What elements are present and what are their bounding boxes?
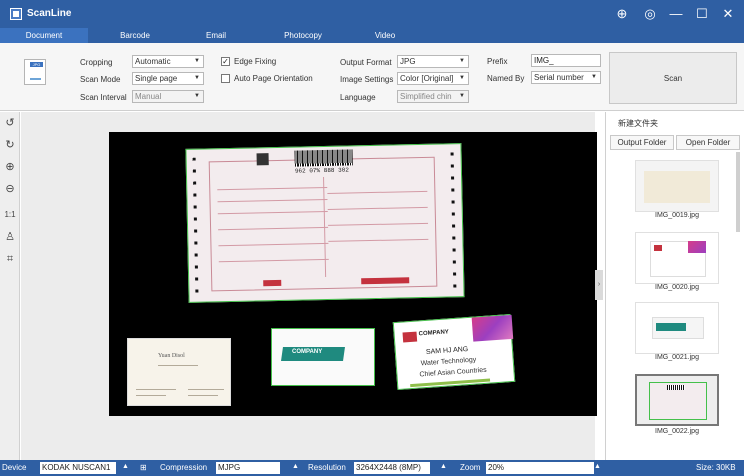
format-tag: JPG (30, 62, 43, 67)
tab-video[interactable]: Video (350, 28, 420, 43)
chevron-up-icon[interactable]: ▲ (440, 463, 447, 470)
app-logo-icon (10, 8, 22, 20)
image-settings-label: Image Settings (340, 75, 394, 84)
cropping-select[interactable]: Automatic ▼ (132, 55, 204, 68)
edge-fixing-label: Edge Fixing (234, 57, 277, 66)
status-bar: Device KODAK NUSCAN1 ▲ ⊞ Compression MJP… (0, 460, 744, 476)
help-icon[interactable]: ◎ (640, 5, 660, 23)
resolution-select[interactable]: 3264X2448 (8MP) (354, 462, 430, 474)
file-thumbnail[interactable] (635, 232, 719, 284)
scanned-document: 962 07% 888 302 (185, 143, 465, 303)
device-select[interactable]: KODAK NUSCAN1 (40, 462, 116, 474)
resolution-label: Resolution (308, 463, 346, 472)
barcode-number: 962 07% 888 302 (294, 166, 349, 175)
tab-photocopy[interactable]: Photocopy (268, 28, 338, 43)
language-select[interactable]: Simplified chin ▼ (397, 90, 469, 103)
image-icon (30, 71, 41, 80)
device-label: Device (2, 463, 27, 472)
file-name[interactable]: IMG_0019.jpg (635, 212, 719, 219)
output-folder-button[interactable]: Output Folder (610, 135, 674, 150)
compression-icon: ⊞ (140, 463, 147, 472)
edge-fixing-checkbox[interactable]: ✓ (221, 57, 230, 66)
card-brand: COMPANY (418, 329, 450, 338)
image-settings-select[interactable]: Color [Original] ▼ (397, 72, 469, 85)
close-button[interactable]: ✕ (718, 5, 738, 23)
zoom-select[interactable]: 20% (486, 462, 594, 474)
output-format-icon: JPG (24, 59, 46, 85)
file-thumbnail[interactable] (635, 160, 719, 212)
output-format-select[interactable]: JPG ▼ (397, 55, 469, 68)
chevron-down-icon: ▼ (459, 75, 465, 81)
compression-select[interactable]: MJPG (216, 462, 280, 474)
file-panel-scrollbar[interactable] (736, 152, 740, 232)
minimize-button[interactable]: — (666, 5, 686, 23)
chevron-down-icon: ▼ (194, 58, 200, 64)
named-by-select[interactable]: Serial number ▼ (531, 71, 601, 84)
zoom-out-icon[interactable]: ⊖ (3, 182, 17, 196)
scan-mode-label: Scan Mode (80, 75, 121, 84)
actual-size-icon[interactable]: 1:1 (3, 208, 17, 222)
preview-area: 962 07% 888 302 Yuan Disol COMPANY COMPA… (21, 112, 597, 460)
open-folder-button[interactable]: Open Folder (676, 135, 740, 150)
business-card: Yuan Disol (127, 338, 231, 406)
cropping-label: Cropping (80, 58, 113, 67)
chevron-down-icon: ▼ (459, 58, 465, 64)
maximize-button[interactable]: ☐ (692, 5, 712, 23)
output-format-label: Output Format (340, 58, 392, 67)
file-thumbnail-selected[interactable] (635, 374, 719, 426)
chevron-up-icon[interactable]: ▲ (594, 463, 601, 470)
card-title: Water Technology (420, 356, 477, 368)
business-card: COMPANY SAM HJ ANG Water Technology Chie… (392, 313, 516, 391)
card-name: Yuan Disol (158, 353, 185, 359)
file-name[interactable]: IMG_0021.jpg (635, 354, 719, 361)
scan-mode-select[interactable]: Single page ▼ (132, 72, 204, 85)
barcode-image (294, 149, 353, 167)
chevron-down-icon: ▼ (459, 93, 465, 99)
collapse-panel-handle[interactable]: › (595, 270, 603, 300)
camera-preview[interactable]: 962 07% 888 302 Yuan Disol COMPANY COMPA… (109, 132, 597, 416)
file-thumbnail[interactable] (635, 302, 719, 354)
file-name[interactable]: IMG_0020.jpg (635, 284, 719, 291)
app-title: ScanLine (27, 8, 72, 19)
tab-barcode[interactable]: Barcode (100, 28, 170, 43)
zoom-label: Zoom (460, 463, 481, 472)
prefix-label: Prefix (487, 57, 508, 66)
card-logo-icon (402, 331, 418, 343)
card-brand: COMPANY (292, 349, 323, 355)
rotate-right-icon[interactable]: ↻ (3, 138, 17, 152)
auto-orientation-checkbox[interactable] (221, 74, 230, 83)
settings-icon[interactable]: ⊕ (612, 5, 632, 23)
chevron-down-icon: ▼ (591, 74, 597, 80)
crop-icon[interactable]: ⌗ (3, 252, 17, 266)
tool-strip: ↺ ↻ ⊕ ⊖ 1:1 ♙ ⌗ (0, 112, 20, 460)
chevron-down-icon: ▼ (194, 75, 200, 81)
rotate-left-icon[interactable]: ↺ (3, 116, 17, 130)
scan-interval-select[interactable]: Manual ▼ (132, 90, 204, 103)
zoom-in-icon[interactable]: ⊕ (3, 160, 17, 174)
folder-name: 新建文件夹 (618, 119, 658, 128)
language-label: Language (340, 93, 376, 102)
named-by-label: Named By (487, 74, 525, 83)
stamp-icon[interactable]: ♙ (3, 230, 17, 244)
file-size-readout: Size: 30KB (696, 463, 736, 472)
tab-email[interactable]: Email (186, 28, 246, 43)
scan-button[interactable]: Scan (609, 52, 737, 104)
chevron-up-icon[interactable]: ▲ (122, 463, 129, 470)
auto-orientation-label: Auto Page Orientation (234, 74, 313, 83)
card-person: SAM HJ ANG (425, 346, 469, 356)
chevron-down-icon: ▼ (194, 93, 200, 99)
title-bar: ScanLine ⊕ ◎ — ☐ ✕ (0, 0, 744, 28)
mode-tabs: Document Barcode Email Photocopy Video (0, 28, 744, 43)
business-card: COMPANY (271, 328, 375, 386)
prefix-input[interactable]: IMG_ (531, 54, 601, 67)
card-subtitle: Chief Asian Countries (419, 366, 487, 379)
file-panel: 新建文件夹 Output Folder Open Folder IMG_0019… (605, 112, 744, 460)
file-name[interactable]: IMG_0022.jpg (635, 428, 719, 435)
compression-label: Compression (160, 463, 208, 472)
tab-document[interactable]: Document (0, 28, 88, 43)
scan-interval-label: Scan Interval (80, 93, 127, 102)
chevron-up-icon[interactable]: ▲ (292, 463, 299, 470)
